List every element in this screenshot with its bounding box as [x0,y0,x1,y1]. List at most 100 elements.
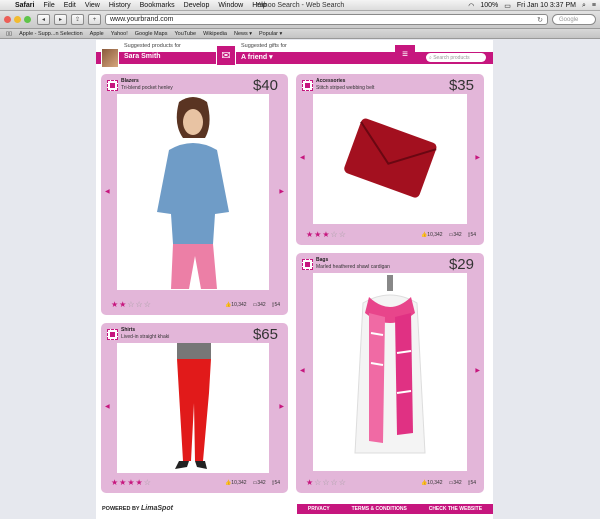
red-pants-image [175,343,211,469]
comments-count[interactable]: ▭342 [449,480,462,486]
menu-app[interactable]: Safari [15,2,34,9]
privacy-link[interactable]: PRIVACY [308,506,330,512]
forward-button[interactable]: ▸ [54,14,67,25]
product-image[interactable] [117,94,269,290]
prev-arrow-icon[interactable]: ◀ [300,154,305,161]
menu-help[interactable]: Help [252,2,266,9]
menu-window[interactable]: Window [218,2,243,9]
next-arrow-icon[interactable]: ▶ [279,188,284,195]
star-rating[interactable]: ★★☆☆☆ [111,300,152,309]
next-arrow-icon[interactable]: ▶ [475,154,480,161]
product-category: Accessories [316,78,346,84]
website-link[interactable]: CHECK THE WEBSITE [429,506,482,512]
powered-by: POWERED BY LimaSpot [102,505,173,512]
clock[interactable]: Fri Jan 10 3:37 PM [517,2,576,9]
new-tab-button[interactable]: + [88,14,101,25]
address-bar[interactable]: www.yourbrand.com ↻ [105,14,548,25]
bookmark-news[interactable]: News ▾ [234,31,252,37]
comments-value: 342 [257,302,266,308]
star-rating[interactable]: ★★★★☆ [111,478,152,487]
model-blazer-image [157,97,229,289]
terms-link[interactable]: TERMS & CONDITIONS [352,506,407,512]
likes-count[interactable]: 👍10,342 [225,302,247,308]
product-search-input[interactable]: ⌕ Search products [426,53,486,62]
bookmark-youtube[interactable]: YouTube [175,31,197,37]
battery-level[interactable]: 100% [480,2,498,9]
product-stats: 👍10,342 ▭342 ▯54 [225,302,280,308]
saves-count[interactable]: ▯54 [468,232,476,238]
web-page: Suggested products for Sara Smith ✉ Sugg… [96,40,493,519]
avatar[interactable] [101,48,119,68]
comments-count[interactable]: ▭342 [449,232,462,238]
bookmark-apple[interactable]: Apple [90,31,104,37]
likes-count[interactable]: 👍10,342 [225,480,247,486]
product-image[interactable] [313,94,467,224]
comments-count[interactable]: ▭342 [253,302,266,308]
wifi-icon[interactable]: ◠ [468,2,474,10]
gift-icon[interactable]: ✉ [216,45,236,66]
category-icon [107,80,118,91]
battery-icon: ▭ [504,2,511,10]
likes-count[interactable]: 👍10,342 [421,480,443,486]
product-category: Blazers [121,78,139,84]
spotlight-icon[interactable]: ⌕ [582,2,586,10]
bookmarks-book-icon[interactable]: ▯▯ [6,31,12,37]
menu-view[interactable]: View [85,2,100,9]
next-arrow-icon[interactable]: ▶ [475,367,480,374]
category-icon [302,80,313,91]
bookmark-apple-support[interactable]: Apple - Supp...n Selection [19,31,83,37]
likes-value: 10,342 [231,480,247,486]
product-card-blazers[interactable]: Blazers Tri-blend pocket henley $40 ◀ ▶ … [101,74,288,315]
product-card-accessories[interactable]: Accessories Stitch striped webbing belt … [296,74,484,245]
notification-icon[interactable]: ≡ [592,2,596,9]
close-window-button[interactable] [4,16,11,23]
likes-value: 10,342 [427,480,443,486]
product-image[interactable] [117,343,269,473]
saves-count[interactable]: ▯54 [272,480,280,486]
comments-count[interactable]: ▭342 [253,480,266,486]
category-icon [107,329,118,340]
brand-logo[interactable]: LimaSpot [141,505,173,512]
likes-value: 10,342 [231,302,247,308]
menu-edit[interactable]: Edit [64,2,76,9]
back-button[interactable]: ◂ [37,14,50,25]
share-icon[interactable]: ⇪ [71,14,84,25]
menu-icon[interactable]: ≡ [395,45,415,64]
browser-toolbar: ◂ ▸ ⇪ + www.yourbrand.com ↻ Google [0,11,600,29]
likes-count[interactable]: 👍10,342 [421,232,443,238]
menu-file[interactable]: File [43,2,54,9]
bookmarks-bar: ▯▯ Apple - Supp...n Selection Apple Yaho… [0,29,600,39]
red-clutch-image [344,118,437,198]
bookmark-google-maps[interactable]: Google Maps [135,31,168,37]
bookmark-popular[interactable]: Popular ▾ [259,31,282,37]
star-rating[interactable]: ★★★☆☆ [306,230,347,239]
bookmark-wikipedia[interactable]: Wikipedia [203,31,227,37]
star-rating[interactable]: ★☆☆☆☆ [306,478,347,487]
menu-bookmarks[interactable]: Bookmarks [140,2,175,9]
saves-count[interactable]: ▯54 [468,480,476,486]
minimize-window-button[interactable] [14,16,21,23]
product-card-shirts[interactable]: Shirts Lived-in straight khaki $65 ◀ ▶ ★… [101,323,288,493]
saves-value: 54 [470,480,476,486]
zoom-window-button[interactable] [24,16,31,23]
customer-name[interactable]: Sara Smith [124,53,161,60]
gift-recipient-dropdown[interactable]: A friend ▾ [241,53,273,61]
page-header: Suggested products for Sara Smith ✉ Sugg… [96,43,493,70]
product-image[interactable] [313,273,467,471]
prev-arrow-icon[interactable]: ◀ [105,403,110,410]
menu-develop[interactable]: Develop [184,2,210,9]
comments-value: 342 [453,480,462,486]
prev-arrow-icon[interactable]: ◀ [300,367,305,374]
bookmark-yahoo[interactable]: Yahoo! [111,31,128,37]
saves-count[interactable]: ▯54 [272,302,280,308]
product-category: Bags [316,257,329,263]
menu-bar: Safari File Edit View History Bookmarks … [0,0,600,11]
comments-value: 342 [257,480,266,486]
reload-icon[interactable]: ↻ [537,16,543,24]
prev-arrow-icon[interactable]: ◀ [105,188,110,195]
product-card-bags[interactable]: Bags Marled heathered shawl cardigan $29… [296,253,484,493]
browser-search-field[interactable]: Google [552,14,596,25]
next-arrow-icon[interactable]: ▶ [279,403,284,410]
suggested-products-label: Suggested products for [124,43,181,49]
menu-history[interactable]: History [109,2,131,9]
